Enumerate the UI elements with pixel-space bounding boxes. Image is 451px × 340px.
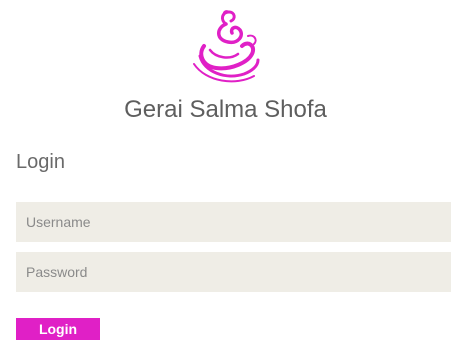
username-input[interactable] [16, 202, 451, 242]
swirl-logo-icon [186, 6, 266, 86]
login-heading: Login [16, 151, 65, 173]
brand-name: Gerai Salma Shofa [124, 96, 327, 123]
login-button[interactable]: Login [16, 318, 100, 340]
login-page: Gerai Salma Shofa Login Login [0, 0, 451, 340]
password-input[interactable] [16, 252, 451, 292]
